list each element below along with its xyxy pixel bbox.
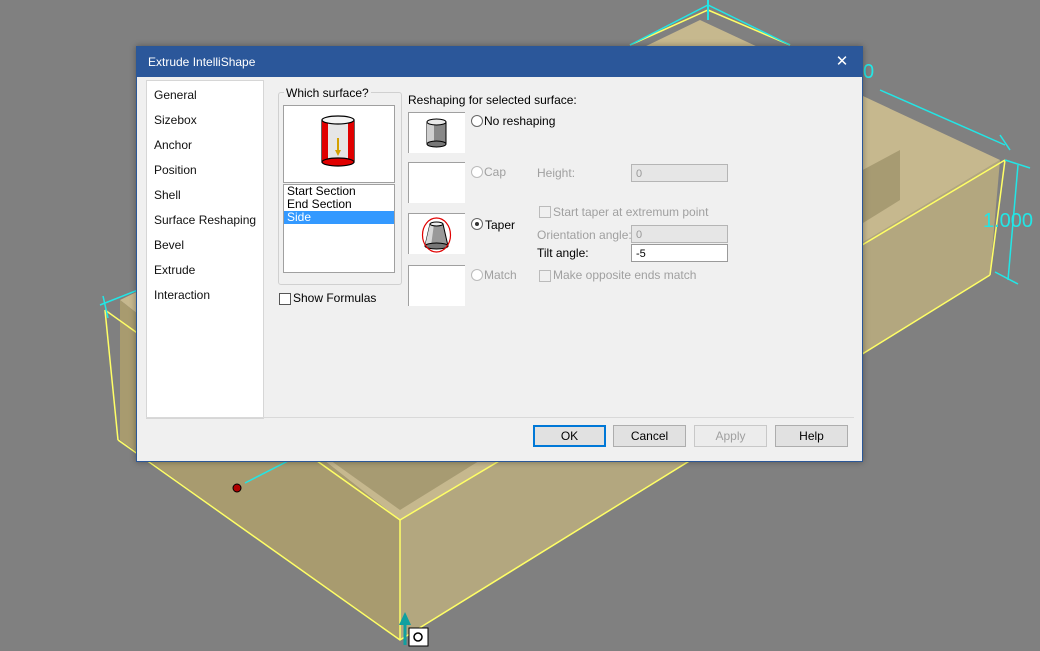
taper-image [408,213,465,254]
surface-preview [283,105,395,183]
surface-list-item-selected[interactable]: Side [284,211,394,224]
cap-image [408,162,465,203]
dimension-label-height[interactable]: 1.000 [983,210,1033,233]
orientation-angle-label: Orientation angle: [537,228,632,242]
match-image [408,265,465,306]
start-taper-checkbox[interactable] [539,206,551,218]
height-field[interactable]: 0 [631,164,728,182]
surface-listbox[interactable]: Start Section End Section Side [283,184,395,273]
apply-button[interactable]: Apply [694,425,767,447]
nav-item-surface-reshaping[interactable]: Surface Reshaping [154,213,256,227]
show-formulas-checkbox[interactable] [279,293,291,305]
which-surface-label: Which surface? [284,86,371,100]
nav-item-shell[interactable]: Shell [154,188,181,202]
nav-item-bevel[interactable]: Bevel [154,238,184,252]
close-icon[interactable]: ✕ [822,47,862,77]
reshaping-title: Reshaping for selected surface: [408,93,577,107]
nav-item-interaction[interactable]: Interaction [154,288,210,302]
nav-item-sizebox[interactable]: Sizebox [154,113,197,127]
button-separator [146,417,854,418]
show-formulas-label[interactable]: Show Formulas [293,291,376,305]
taper-cone-icon [421,217,452,253]
start-taper-label[interactable]: Start taper at extremum point [553,205,708,219]
match-radio[interactable] [471,269,483,281]
cap-label[interactable]: Cap [484,165,506,179]
no-reshaping-image [408,112,465,153]
nav-item-extrude[interactable]: Extrude [154,263,195,277]
make-opposite-checkbox[interactable] [539,270,551,282]
cylinder-preview-icon [321,115,355,167]
dimension-label-partial[interactable]: 0 [863,61,874,84]
dialog-title-bar[interactable]: Extrude IntelliShape ✕ [137,47,862,77]
no-reshaping-label[interactable]: No reshaping [484,114,555,128]
match-label[interactable]: Match [484,268,517,282]
make-opposite-label[interactable]: Make opposite ends match [553,268,696,282]
no-reshaping-radio[interactable] [471,115,483,127]
tilt-angle-label: Tilt angle: [537,246,589,260]
nav-item-general[interactable]: General [154,88,197,102]
taper-label[interactable]: Taper [485,218,515,232]
extrude-intellishape-dialog: Extrude IntelliShape ✕ General Sizebox A… [136,46,863,462]
taper-radio[interactable] [471,218,483,230]
cylinder-icon [426,118,447,148]
ok-button[interactable]: OK [533,425,606,447]
move-handle-icon[interactable] [408,627,429,647]
help-button[interactable]: Help [775,425,848,447]
property-nav-list: General Sizebox Anchor Position Shell Su… [146,80,264,419]
nav-item-position[interactable]: Position [154,163,197,177]
cancel-button[interactable]: Cancel [613,425,686,447]
cap-radio[interactable] [471,166,483,178]
anchor-handle-icon[interactable] [232,483,242,493]
height-label: Height: [537,166,576,180]
dialog-title: Extrude IntelliShape [148,55,256,69]
tilt-angle-field[interactable]: -5 [631,244,728,262]
nav-item-anchor[interactable]: Anchor [154,138,192,152]
orientation-angle-field[interactable]: 0 [631,225,728,243]
